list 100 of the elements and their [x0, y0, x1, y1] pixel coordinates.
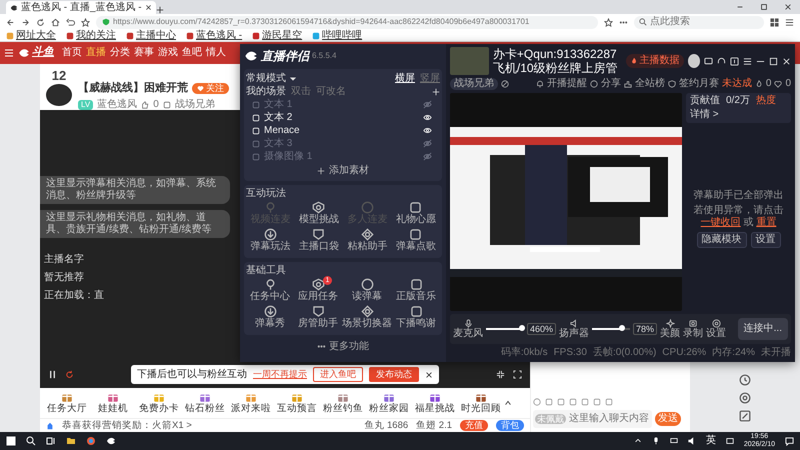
gift-item[interactable]: 时光回顾 [458, 391, 504, 415]
speaker-button[interactable]: 扬声器 [559, 318, 590, 340]
slider-handle[interactable] [519, 325, 526, 331]
dismiss-link[interactable]: 一周不再提示 [253, 369, 307, 380]
gift-item[interactable]: 粉丝家园 [366, 391, 412, 415]
search-field[interactable]: 点此搜索 [650, 16, 750, 28]
gift-item[interactable]: 钻石粉丝 [182, 391, 228, 415]
square-icon[interactable] [569, 398, 577, 406]
tool-button[interactable]: 正版音乐 [392, 278, 440, 305]
scroll-up-icon[interactable] [504, 399, 512, 407]
eye-icon[interactable] [423, 126, 432, 135]
tool-button[interactable]: 弹幕玩法 [246, 228, 294, 255]
recharge-button[interactable]: 充值 [460, 420, 488, 431]
nav-link[interactable]: 分类 [110, 47, 130, 59]
backpack-button[interactable]: 背包 [496, 420, 524, 431]
keyboard-icon[interactable] [726, 437, 734, 445]
share-link[interactable]: 分享 [600, 78, 621, 90]
site-logo[interactable]: 斗鱼 [18, 46, 54, 60]
team-name[interactable]: 战场兄弟 [174, 99, 215, 112]
tool-button[interactable]: 主播口袋 [294, 228, 343, 255]
prompt-button[interactable]: 发布动态 [369, 367, 419, 382]
bookmark-link[interactable]: 主播中心 [126, 30, 176, 42]
square-icon[interactable] [581, 398, 589, 406]
collapse-link[interactable]: 一键收回 [700, 216, 741, 228]
eye-icon[interactable] [423, 113, 432, 122]
nav-link[interactable]: 直播 [86, 47, 106, 59]
back-icon[interactable] [6, 18, 15, 26]
bookmark-link[interactable]: 哔哩哔哩 [312, 30, 362, 42]
avatar[interactable] [688, 54, 700, 68]
details-link[interactable]: 详情 > [690, 109, 719, 121]
search-box[interactable]: 点此搜索 [634, 16, 764, 28]
tool-button[interactable]: 下播鸣谢 [392, 305, 440, 332]
tool-button[interactable]: 礼物心愿 [392, 201, 440, 228]
rank-link[interactable]: 全站榜 [634, 78, 665, 90]
settings-icon[interactable] [739, 392, 751, 404]
tool-button[interactable]: 粘粘助手 [343, 228, 392, 255]
bookmark-star-icon[interactable] [604, 18, 613, 26]
gift-item[interactable]: 福星挑战 [412, 391, 458, 415]
add-icon[interactable] [432, 88, 440, 96]
exit-fullscreen-icon[interactable] [496, 370, 505, 380]
streamer-name[interactable]: 蓝色逃风 [97, 99, 138, 112]
bookmark-link[interactable]: 网址大全 [6, 30, 56, 42]
record-button[interactable]: 录制 [683, 318, 704, 340]
bookmark-link[interactable]: 游民星空 [252, 30, 302, 42]
panel-button[interactable]: 设置 [750, 232, 780, 248]
speaker-icon[interactable] [688, 437, 696, 445]
data-button[interactable]: 主播数据 [626, 54, 684, 68]
panel-button[interactable]: 隐藏模块 [696, 232, 746, 248]
gift-item[interactable]: 互动预言 [274, 391, 320, 415]
nav-link[interactable]: 情人 [206, 47, 226, 59]
tool-button[interactable]: 任务中心 [246, 278, 294, 305]
browser-icon[interactable] [86, 436, 96, 446]
tool-button[interactable]: 房管助手 [294, 305, 342, 332]
like-icon[interactable] [141, 101, 150, 110]
gift-item[interactable]: 娃娃机 [90, 391, 136, 415]
reload-icon[interactable] [36, 18, 45, 26]
input-method-indicator[interactable]: 英 [706, 435, 716, 447]
source-item[interactable]: Menace [246, 124, 440, 137]
prompt-button[interactable]: 进入鱼吧 [313, 367, 363, 382]
maximize-icon[interactable] [760, 3, 768, 11]
gift-item[interactable]: 任务大厅 [44, 391, 90, 415]
microphone-button[interactable]: 麦克风 [453, 318, 483, 340]
tool-button[interactable]: 弹幕秀 [246, 305, 294, 332]
tool-button[interactable]: 模型挑战 [294, 201, 343, 228]
eye-off-icon[interactable] [423, 100, 432, 109]
square-icon[interactable] [605, 398, 613, 406]
tool-button[interactable]: 场景切换器 [342, 305, 392, 332]
history-icon[interactable] [739, 374, 751, 386]
close-icon[interactable] [144, 4, 152, 11]
eye-off-icon[interactable] [423, 152, 432, 161]
undo-icon[interactable] [66, 18, 75, 26]
slider-handle[interactable] [618, 325, 625, 331]
gift-item[interactable]: 派对来啦 [228, 391, 274, 415]
square-icon[interactable] [593, 398, 601, 406]
edit-icon[interactable] [501, 80, 509, 88]
emoji-icon[interactable] [533, 398, 541, 406]
tool-button[interactable]: 读弹幕 [342, 278, 392, 305]
browser-tab[interactable]: 蓝色逃风 - 直播_蓝色逃风 - [6, 1, 156, 14]
home-icon[interactable] [51, 18, 60, 26]
chat-icon[interactable] [704, 56, 713, 66]
category-tag[interactable]: 战场兄弟 [450, 78, 498, 90]
nav-link[interactable]: 鱼吧 [182, 47, 202, 59]
headset-icon[interactable] [717, 56, 726, 66]
orientation-tab[interactable]: 横屏 [395, 72, 415, 84]
fullscreen-icon[interactable] [513, 370, 522, 380]
eye-off-icon[interactable] [423, 139, 432, 148]
new-tab-icon[interactable] [156, 6, 164, 14]
more-button[interactable]: 更多功能 [244, 339, 442, 354]
source-item[interactable]: 文本 2 [246, 111, 440, 124]
close-icon[interactable] [784, 3, 792, 11]
mode-dropdown[interactable]: 常规模式 [246, 71, 296, 86]
settings-button[interactable]: 设置 [706, 318, 726, 340]
monthly-link[interactable]: 签约月赛 [678, 78, 719, 90]
bookmark-link[interactable]: 蓝色逃风 - [186, 30, 242, 42]
remind-link[interactable]: 开播提醒 [546, 78, 587, 90]
search-icon[interactable] [26, 436, 36, 446]
start-icon[interactable] [6, 436, 16, 446]
folder-icon[interactable] [66, 436, 76, 446]
nav-link[interactable]: 赛事 [134, 47, 154, 59]
task-view-icon[interactable] [46, 436, 56, 446]
